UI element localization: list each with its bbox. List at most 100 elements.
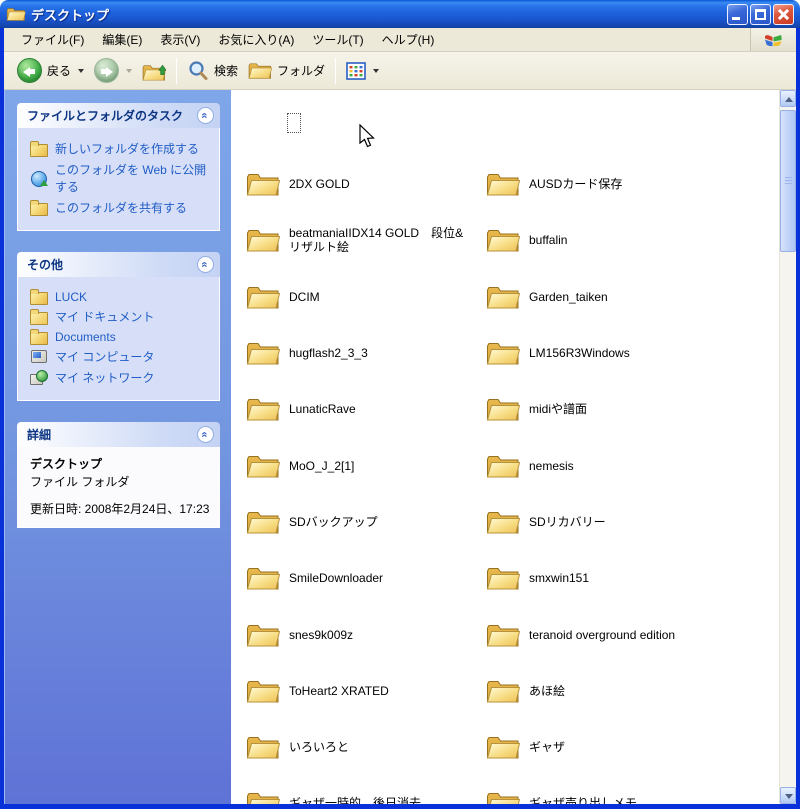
folder-item[interactable]: SDリカバリー xyxy=(486,494,773,550)
menu-item[interactable]: ファイル(F) xyxy=(12,29,93,50)
new-folder-icon xyxy=(30,141,48,157)
toolbar-separator xyxy=(335,57,337,84)
folder-icon xyxy=(486,564,520,592)
folder-item[interactable]: いろいろと xyxy=(246,719,486,775)
other-places-header[interactable]: その他 » xyxy=(17,252,220,277)
maximize-icon xyxy=(755,8,766,20)
place-link[interactable]: マイ ドキュメント xyxy=(30,308,213,325)
details-modified-date: 更新日時: 2008年2月24日、17:23 xyxy=(30,502,210,516)
folder-item[interactable]: teranoid overground edition xyxy=(486,606,773,662)
menu-item[interactable]: ヘルプ(H) xyxy=(373,29,444,50)
folder-name: DCIM xyxy=(289,289,320,304)
folder-name: Garden_taiken xyxy=(529,289,608,304)
place-link[interactable]: マイ コンピュータ xyxy=(30,348,213,365)
folder-icon xyxy=(246,283,280,311)
menu-item[interactable]: 表示(V) xyxy=(151,29,209,50)
folder-icon xyxy=(486,226,520,254)
up-folder-icon xyxy=(142,64,167,82)
folder-item[interactable]: MoO_J_2[1] xyxy=(246,437,486,493)
close-button[interactable] xyxy=(773,3,794,25)
collapse-chevron-icon[interactable]: » xyxy=(197,426,214,443)
menu-item[interactable]: お気に入り(A) xyxy=(209,29,303,50)
details-panel-header[interactable]: 詳細 » xyxy=(17,422,220,447)
other-places-body: LUCK マイ ドキュメント Documents マイ コンピュータ マイ ネッ… xyxy=(17,277,220,401)
menu-item[interactable]: ツール(T) xyxy=(303,29,372,50)
folder-icon xyxy=(246,564,280,592)
folder-view[interactable]: 2DX GOLD AUSDカード保存 beatmaniaIIDX14 GOLD … xyxy=(231,90,779,804)
folder-icon xyxy=(486,677,520,705)
folder-item[interactable]: SmileDownloader xyxy=(246,550,486,606)
folder-icon xyxy=(486,283,520,311)
search-button[interactable]: 検索 xyxy=(182,57,243,85)
views-button[interactable] xyxy=(341,59,384,83)
tasks-panel-body: 新しいフォルダを作成する このフォルダを Web に公開する このフォルダを共有… xyxy=(17,128,220,231)
folder-item[interactable]: nemesis xyxy=(486,437,773,493)
folder-item[interactable]: あほ絵 xyxy=(486,663,773,719)
folder-name: SmileDownloader xyxy=(289,571,384,586)
folder-item[interactable]: AUSDカード保存 xyxy=(486,156,773,212)
task-link[interactable]: このフォルダを共有する xyxy=(30,199,213,216)
folder-icon xyxy=(486,339,520,367)
back-icon xyxy=(17,58,42,83)
tasks-panel-title: ファイルとフォルダのタスク xyxy=(27,109,184,123)
menu-items: ファイル(F) 編集(E) 表示(V) お気に入り(A) ツール(T) ヘルプ(… xyxy=(4,28,750,51)
place-link[interactable]: マイ ネットワーク xyxy=(30,369,213,386)
folder-item[interactable]: SDバックアップ xyxy=(246,494,486,550)
folder-icon xyxy=(246,733,280,761)
folder-item[interactable]: Garden_taiken xyxy=(486,269,773,325)
folder-item[interactable]: ToHeart2 XRATED xyxy=(246,663,486,719)
scroll-up-button[interactable] xyxy=(780,90,796,107)
back-button[interactable]: 戻る xyxy=(12,55,89,86)
explorer-window: デスクトップ ファイル(F) 編集(E) 表示(V) お気に入り(A) ツール(… xyxy=(0,0,800,809)
tasks-panel-header[interactable]: ファイルとフォルダのタスク » xyxy=(17,103,220,128)
folder-grid: 2DX GOLD AUSDカード保存 beatmaniaIIDX14 GOLD … xyxy=(246,156,773,804)
folder-name: あほ絵 xyxy=(529,683,566,698)
scroll-down-button[interactable] xyxy=(780,787,796,804)
folder-item[interactable]: beatmaniaIIDX14 GOLD 段位&リザルト絵 xyxy=(246,212,486,268)
folder-item[interactable]: hugflash2_3_3 xyxy=(246,325,486,381)
folder-name: nemesis xyxy=(529,458,574,473)
up-button[interactable] xyxy=(137,57,171,85)
my-documents-icon xyxy=(30,309,48,325)
back-dropdown-icon xyxy=(78,68,85,73)
folder-item[interactable]: ギャザ xyxy=(486,719,773,775)
folder-name: ToHeart2 XRATED xyxy=(289,683,389,698)
window-folder-icon xyxy=(6,6,26,22)
folders-button[interactable]: フォルダ xyxy=(243,57,330,84)
folder-icon xyxy=(246,226,280,254)
folder-item[interactable]: smxwin151 xyxy=(486,550,773,606)
details-folder-name: デスクトップ xyxy=(30,457,103,471)
folder-name: 2DX GOLD xyxy=(289,177,350,192)
my-computer-icon xyxy=(30,349,48,364)
folder-item[interactable]: buffalin xyxy=(486,212,773,268)
vertical-scrollbar[interactable] xyxy=(779,90,796,804)
tasks-panel: ファイルとフォルダのタスク » 新しいフォルダを作成する このフォルダを Web… xyxy=(17,103,220,231)
folder-name: hugflash2_3_3 xyxy=(289,346,368,361)
other-places-title: その他 xyxy=(27,258,64,272)
folder-item[interactable]: 2DX GOLD xyxy=(246,156,486,212)
folder-item[interactable]: LM156R3Windows xyxy=(486,325,773,381)
details-panel-title: 詳細 xyxy=(27,428,52,442)
place-link[interactable]: Documents xyxy=(30,329,213,345)
folder-name: SDバックアップ xyxy=(289,514,378,529)
menu-item[interactable]: 編集(E) xyxy=(93,29,151,50)
collapse-chevron-icon[interactable]: » xyxy=(197,107,214,124)
minimize-button[interactable] xyxy=(727,3,748,25)
scroll-down-icon xyxy=(785,794,793,799)
title-bar[interactable]: デスクトップ xyxy=(0,0,800,28)
folder-name: teranoid overground edition xyxy=(529,627,676,642)
folder-item[interactable]: ギャザ売り出しメモ xyxy=(486,775,773,804)
forward-button[interactable] xyxy=(89,55,137,86)
task-link[interactable]: このフォルダを Web に公開する xyxy=(30,161,213,195)
folder-item[interactable]: midiや譜面 xyxy=(486,381,773,437)
folder-item[interactable]: LunaticRave xyxy=(246,381,486,437)
folder-icon xyxy=(486,452,520,480)
maximize-button[interactable] xyxy=(750,3,771,25)
task-link[interactable]: 新しいフォルダを作成する xyxy=(30,140,213,157)
scrollbar-thumb[interactable] xyxy=(780,110,796,252)
collapse-chevron-icon[interactable]: » xyxy=(197,256,214,273)
folder-item[interactable]: snes9k009z xyxy=(246,606,486,662)
folder-item[interactable]: ギャザ一時的 後日消去 xyxy=(246,775,486,804)
folder-item[interactable]: DCIM xyxy=(246,269,486,325)
place-link[interactable]: LUCK xyxy=(30,289,213,305)
